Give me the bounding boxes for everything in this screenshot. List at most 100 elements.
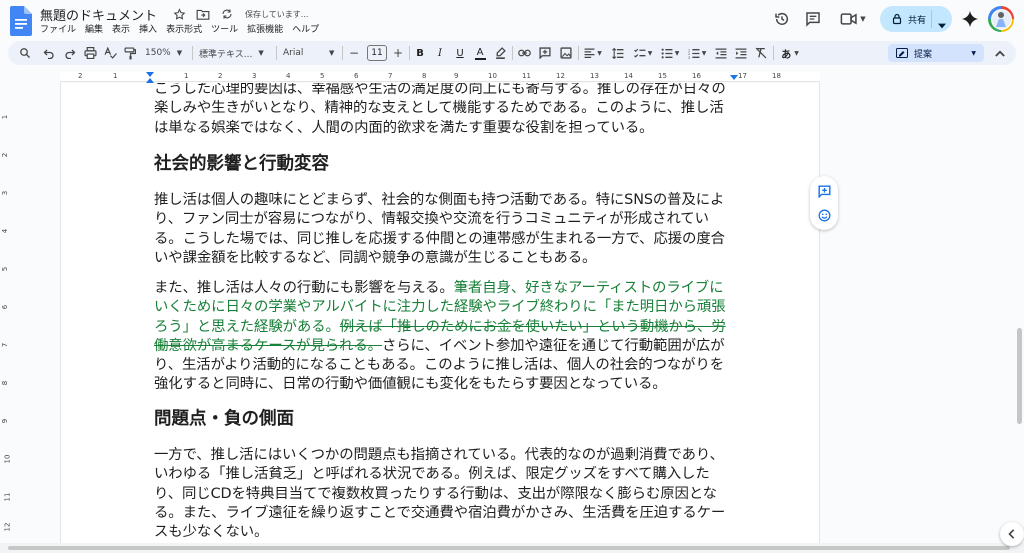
ruler-label: 12 (556, 72, 565, 80)
formatting-toolbar: 150% ▼ 標準テキス... ▼ Arial ▼ − 11 + B I U A… (8, 41, 1016, 65)
input-mode-value: あ (781, 49, 792, 61)
bulleted-list-icon[interactable]: ▼ (659, 45, 681, 61)
paragraph-problems[interactable]: 一方で、推し活にはいくつかの問題点も指摘されている。代表的なのが過剰消費であり、… (154, 446, 736, 542)
explore-expand-button[interactable] (1000, 522, 1024, 546)
menu-bar: ファイル 編集 表示 挿入 表示形式 ツール 拡張機能 ヘルプ (40, 24, 328, 36)
highlight-color-icon[interactable] (493, 45, 507, 61)
ruler-label: 2 (78, 72, 83, 80)
toolbar-divider (192, 46, 193, 60)
zoom-caret-icon: ▼ (176, 49, 183, 57)
horizontal-scroll-thumb[interactable] (8, 546, 1010, 550)
menu-help[interactable]: ヘルプ (292, 24, 319, 36)
vertical-ruler[interactable]: 1 2 3 4 5 6 7 8 9 10 11 12 (0, 83, 14, 543)
vertical-scroll-thumb[interactable] (1017, 328, 1022, 424)
right-indent-marker[interactable] (730, 75, 738, 80)
decrease-indent-icon[interactable] (713, 45, 729, 61)
bold-icon[interactable]: B (413, 45, 427, 61)
hide-menus-icon[interactable] (993, 45, 1007, 61)
text-color-icon[interactable]: A (473, 45, 487, 61)
decrease-font-size-button[interactable]: − (347, 45, 361, 61)
suggest-edit-icon (896, 48, 908, 58)
paragraph-style-value: 標準テキス... (199, 49, 253, 60)
print-icon[interactable] (82, 45, 98, 61)
star-icon[interactable] (171, 6, 187, 22)
share-button[interactable]: 共有 (880, 6, 952, 32)
increase-font-size-button[interactable]: + (391, 45, 405, 61)
font-value: Arial (283, 48, 304, 58)
font-size-input[interactable]: 11 (367, 45, 387, 61)
vruler-label: 4 (1, 228, 10, 234)
share-dropdown-icon[interactable] (938, 14, 946, 33)
ruler-label: 7 (388, 72, 393, 80)
zoom-select[interactable]: 150% ▼ (145, 45, 182, 61)
redo-icon[interactable] (62, 45, 78, 61)
increase-indent-icon[interactable] (733, 45, 749, 61)
horizontal-ruler[interactable]: 2 1 1 2 3 4 5 6 7 8 9 10 11 12 13 14 15 … (0, 69, 1024, 83)
comment-icon[interactable] (803, 9, 823, 29)
font-select[interactable]: Arial ▼ (283, 45, 335, 61)
insert-comment-icon[interactable] (537, 45, 553, 61)
sync-icon (219, 6, 235, 22)
ruler-label: 1 (184, 72, 189, 80)
menu-insert[interactable]: 挿入 (139, 24, 157, 36)
spellcheck-icon[interactable] (102, 45, 118, 61)
italic-icon[interactable]: I (433, 45, 447, 61)
menu-edit[interactable]: 編集 (85, 24, 103, 36)
line-spacing-icon[interactable] (608, 45, 628, 61)
checklist-icon[interactable]: ▼ (632, 45, 654, 61)
search-menus-icon[interactable] (16, 45, 34, 61)
vruler-label: 7 (1, 342, 10, 348)
paragraph-behavior-change[interactable]: また、推し活は人々の行動にも影響を与える。筆者自身、好きなアーティストのライブに… (154, 279, 736, 395)
insert-image-icon[interactable] (558, 45, 574, 61)
menu-view[interactable]: 表示 (112, 24, 130, 36)
heading-social-impact[interactable]: 社会的影響と行動変容 (154, 153, 329, 175)
vruler-label: 2 (1, 152, 10, 158)
vertical-scrollbar[interactable] (1014, 83, 1024, 543)
meet-icon[interactable]: ▼ (838, 9, 868, 29)
add-emoji-reaction-icon[interactable] (816, 207, 832, 223)
ruler-label: 13 (590, 72, 599, 80)
insert-link-icon[interactable] (516, 45, 532, 61)
underline-icon[interactable]: U (453, 45, 467, 61)
ruler-label: 5 (320, 72, 325, 80)
numbered-list-icon[interactable]: 123 ▼ (686, 45, 708, 61)
add-comment-icon[interactable] (816, 183, 832, 199)
menu-tools[interactable]: ツール (211, 24, 238, 36)
undo-icon[interactable] (41, 45, 57, 61)
docs-logo-icon[interactable] (10, 6, 32, 36)
menu-file[interactable]: ファイル (40, 24, 76, 36)
version-history-icon[interactable] (772, 9, 792, 29)
menu-format[interactable]: 表示形式 (166, 24, 202, 36)
vruler-label: 10 (3, 454, 12, 464)
ruler-label: 17 (738, 72, 747, 80)
lock-icon (892, 13, 902, 25)
toolbar-divider (512, 46, 513, 60)
ruler-label: 15 (658, 72, 667, 80)
vruler-label: 12 (3, 522, 12, 532)
menu-extensions[interactable]: 拡張機能 (247, 24, 283, 36)
heading-problems[interactable]: 問題点・負の側面 (154, 408, 294, 430)
vruler-label: 5 (1, 266, 10, 272)
paint-format-icon[interactable] (122, 45, 138, 61)
horizontal-scrollbar[interactable] (0, 543, 1024, 553)
svg-text:3: 3 (688, 55, 690, 58)
paragraph-social-aspect[interactable]: 推し活は個人の趣味にとどまらず、社会的な側面も持つ活動である。特にSNSの普及に… (154, 191, 736, 268)
original-text: また、推し活は人々の行動にも影響を与える。 (154, 280, 454, 296)
ruler-label: 16 (692, 72, 701, 80)
align-icon[interactable]: ▼ (583, 45, 603, 61)
first-line-indent-marker[interactable] (146, 72, 154, 77)
clear-formatting-icon[interactable] (753, 45, 769, 61)
account-avatar[interactable] (988, 6, 1014, 32)
ruler-label: 4 (286, 72, 291, 80)
gemini-sparkle-icon[interactable] (961, 10, 979, 28)
paragraph-style-select[interactable]: 標準テキス... ▼ (199, 45, 264, 61)
vruler-label: 11 (3, 492, 12, 502)
move-folder-icon[interactable] (195, 6, 211, 22)
document-title[interactable]: 無題のドキュメント (40, 5, 157, 24)
paragraph-psychology-summary[interactable]: こうした心理的要因は、幸福感や生活の満足度の向上にも寄与する。推しの存在が日々の… (154, 83, 736, 138)
input-tools-button[interactable]: あ ▼ (778, 45, 802, 61)
share-divider (931, 10, 932, 28)
document-page[interactable]: こうした心理的要因は、幸福感や生活の満足度の向上にも寄与する。推しの存在が日々の… (60, 83, 820, 543)
editing-mode-label: 提案 (914, 49, 933, 60)
editing-mode-select[interactable]: 提案 ▼ (888, 44, 984, 62)
